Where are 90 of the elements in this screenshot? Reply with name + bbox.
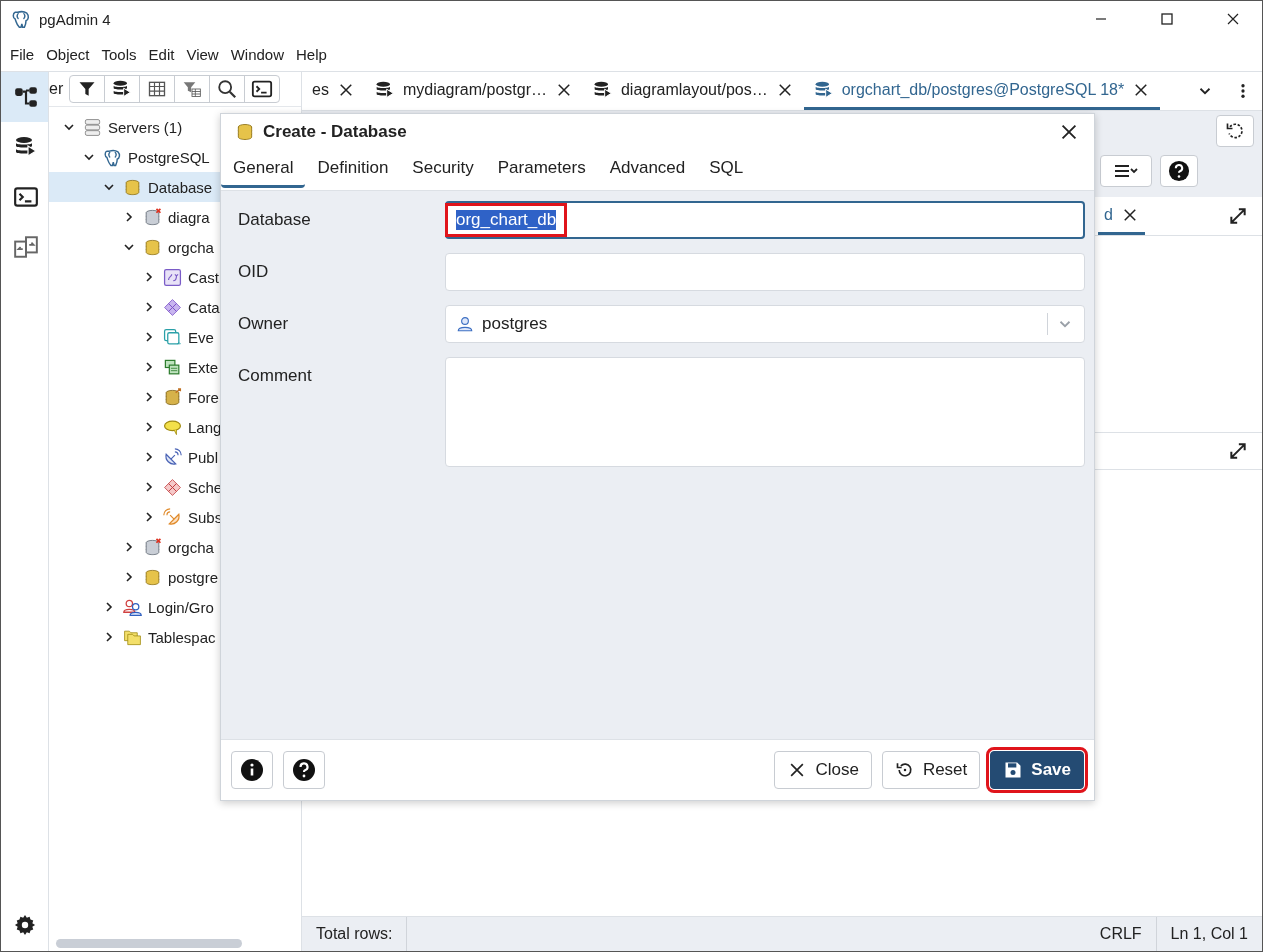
scrollbar[interactable] [56,939,242,948]
status-text: Ln 1, Col 1 [1169,924,1249,944]
field-label: OID [238,261,270,283]
elephant-icon [103,147,122,167]
status-text: Total rows: [302,917,408,951]
swap-icon [163,267,182,287]
info-icon [240,758,264,782]
tab[interactable]: General [221,150,306,188]
database-icon [235,122,255,142]
database-icon[interactable] [112,79,132,99]
squares-icon [163,327,182,347]
diamond-grid-icon [163,297,182,317]
tab[interactable]: diagramlayout/pos… [582,72,804,110]
dialog-title: Create - Database [263,122,408,142]
database-icon [592,79,613,100]
table-filter-icon[interactable] [182,79,202,99]
sidebar-button[interactable] [1,72,48,122]
reset-button[interactable]: Reset [881,751,981,789]
database-icon [143,537,162,557]
users-icon [123,597,142,617]
database-icon [143,237,162,257]
search-icon[interactable] [216,78,238,100]
database-icon [163,387,182,407]
reset-icon [894,760,915,780]
menu-item[interactable]: Window [224,45,291,63]
terminal-icon[interactable] [13,184,39,210]
tree-item[interactable]: Lang [49,412,301,442]
menu-item[interactable]: View [180,45,225,63]
refresh-button[interactable] [1216,115,1254,147]
status-text: CRLF [1085,917,1157,951]
tab[interactable]: Advanced [597,150,698,188]
filter-icon[interactable] [77,79,97,99]
user-icon [456,315,474,333]
terminal-icon[interactable] [251,78,273,100]
panel-tab[interactable]: er [49,80,69,98]
list-icon [1113,162,1139,180]
database-icon [813,79,834,100]
help-icon [292,758,316,782]
help-icon [1168,160,1190,182]
database-icon [123,177,142,197]
tree-item[interactable]: Tablespac [49,622,301,652]
tab[interactable]: es [302,72,365,110]
database-icon[interactable] [14,135,38,159]
info-button[interactable] [231,751,273,789]
tab[interactable]: Security [400,150,486,188]
tree-item[interactable]: orgcha [49,232,301,262]
list-button[interactable] [1100,155,1152,187]
database-icon [374,79,395,100]
tree-item[interactable]: Publ [49,442,301,472]
server-icon [83,117,102,137]
grid-icon[interactable] [147,79,167,99]
menu-item[interactable]: Help [290,45,333,63]
menu-item[interactable]: Tools [95,45,143,63]
save-icon [1003,760,1024,780]
menu-item[interactable]: Edit [142,45,181,63]
field-label: Database [238,209,312,231]
tree-item[interactable]: postgre [49,562,301,592]
help-button[interactable] [1160,155,1198,187]
menu-item[interactable]: File [4,45,41,63]
tree-item[interactable]: Login/Gro [49,592,301,622]
expand-icon[interactable] [1228,206,1248,226]
close-button[interactable]: Close [774,751,872,789]
settings-icon[interactable] [13,914,36,936]
tab[interactable]: SQL [697,150,756,188]
select-field[interactable]: postgres [445,305,1085,343]
window-title: pgAdmin 4 [39,10,112,28]
satellite-dish-icon [163,507,182,527]
database-icon [143,207,162,227]
panel-tab[interactable]: d [1098,197,1145,235]
satellite-dish-icon [163,447,182,467]
maximize-icon[interactable] [1160,12,1174,26]
tab[interactable]: Definition [305,150,401,188]
diamond-grid-icon [163,477,182,497]
tree-icon[interactable] [13,84,39,110]
compare-icon[interactable] [13,234,39,260]
tab[interactable]: Parameters [485,150,598,188]
help-button[interactable] [283,751,325,789]
menu-item[interactable]: Object [40,45,96,63]
text-field[interactable]: org_chart_db [445,201,1085,239]
tree-item[interactable]: orgcha [49,532,301,562]
tree-item[interactable]: Sche [49,472,301,502]
tab[interactable]: mydiagram/postgr… [364,72,583,110]
text-field[interactable] [445,253,1085,291]
refresh-icon [1225,121,1245,141]
puzzle-icon [163,357,182,377]
field-label: Owner [238,313,290,335]
database-icon [143,567,162,587]
elephant-icon [11,9,31,29]
close-icon[interactable] [1226,12,1240,26]
expand-icon[interactable] [1228,441,1248,461]
